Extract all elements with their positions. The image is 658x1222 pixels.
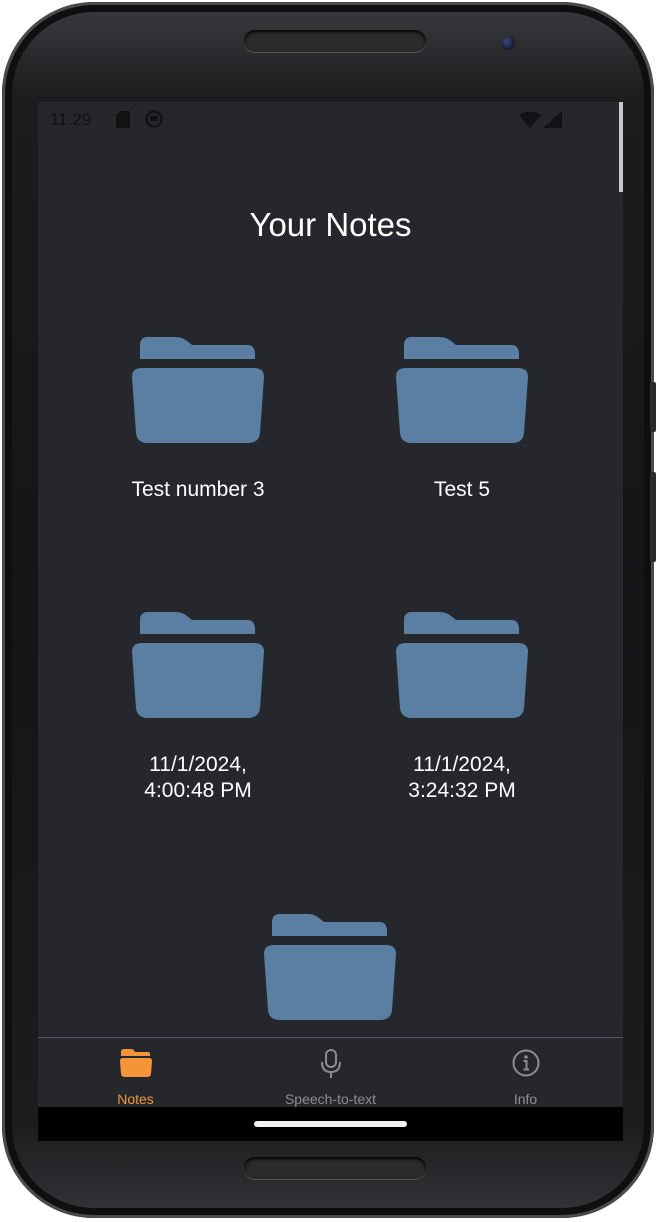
phone-frame: 11:29 Your Notes Test number 3 Test 5 11… — [2, 2, 656, 1218]
note-folder[interactable]: 11/1/2024, 4:00:48 PM — [68, 610, 328, 804]
front-camera — [501, 36, 515, 50]
tab-label: Info — [513, 1091, 538, 1107]
info-icon — [512, 1049, 539, 1077]
system-nav-bar — [38, 1107, 623, 1141]
cellular-signal-icon — [543, 111, 562, 133]
page-title: Your Notes — [249, 206, 412, 243]
volume-button — [650, 382, 656, 432]
tab-info[interactable]: Info — [428, 1038, 623, 1108]
app-screen: 11:29 Your Notes Test number 3 Test 5 11… — [38, 102, 623, 1141]
tab-label: Speech-to-text — [284, 1091, 377, 1107]
note-folder[interactable] — [200, 912, 460, 1054]
folder-icon — [396, 337, 528, 443]
status-bar: 11:29 — [38, 102, 623, 138]
tab-label: Notes — [117, 1091, 154, 1107]
tab-speech-to-text[interactable]: Speech-to-text — [233, 1038, 428, 1108]
wifi-icon — [519, 111, 541, 133]
home-gesture-handle[interactable] — [254, 1121, 407, 1127]
bottom-tab-bar: Notes Speech-to-text Info — [38, 1037, 623, 1108]
folder-label: 11/1/2024, 3:24:32 PM — [408, 753, 516, 802]
bottom-speaker-grille — [244, 1157, 426, 1179]
note-folder[interactable]: Test 5 — [332, 335, 592, 503]
folder-icon — [132, 337, 264, 443]
folder-icon — [132, 612, 264, 718]
app-notification-icon — [145, 110, 163, 133]
folder-label: Test number 3 — [131, 478, 265, 501]
folder-icon — [119, 1049, 152, 1077]
folder-icon — [396, 612, 528, 718]
tab-notes[interactable]: Notes — [38, 1038, 233, 1108]
note-folder[interactable]: Test number 3 — [68, 335, 328, 503]
folder-icon — [264, 914, 396, 1020]
power-button — [650, 472, 656, 562]
note-folder[interactable]: 11/1/2024, 3:24:32 PM — [332, 610, 592, 804]
microphone-icon — [320, 1049, 341, 1078]
top-speaker-grille — [244, 30, 426, 52]
status-time: 11:29 — [50, 110, 92, 129]
scrollbar[interactable] — [619, 102, 623, 192]
folder-label: Test 5 — [433, 478, 491, 501]
folder-label: 11/1/2024, 4:00:48 PM — [144, 753, 252, 802]
sim-card-icon — [116, 111, 130, 133]
